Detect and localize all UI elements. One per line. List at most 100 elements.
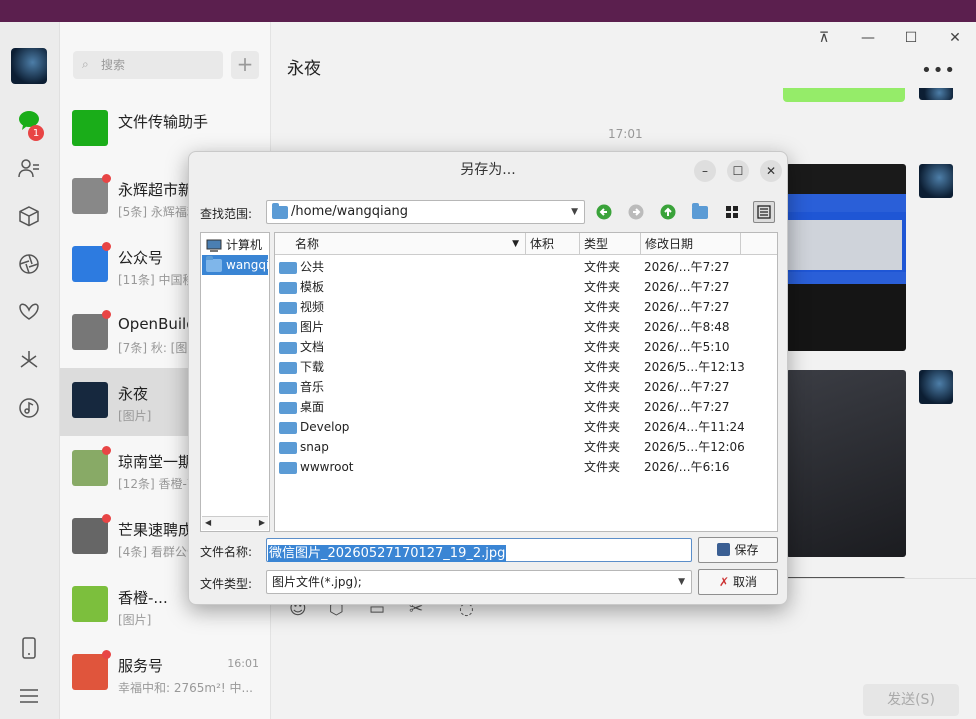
chat-name: 文件传输助手 [118,113,209,131]
new-folder-icon[interactable] [689,201,711,223]
save-button[interactable]: 保存 [698,537,778,563]
avatar[interactable] [919,88,953,100]
file-date: 2026/…午7:27 [644,400,730,414]
file-type: 文件夹 [584,260,621,274]
filename-input[interactable]: 微信图片_20260527170127_19_2.jpg [266,538,692,562]
avatar [72,450,108,486]
cancel-button[interactable]: ✗ 取消 [698,569,778,595]
aperture-icon[interactable] [17,252,41,276]
column-header-name[interactable]: 名称 ▼ [275,233,526,255]
unread-dot [102,242,111,251]
avatar [72,586,108,622]
file-row[interactable]: wwwroot 文件夹 2026/…午6:16 [275,457,777,477]
horizontal-scrollbar[interactable]: ◀ ▶ [202,516,268,530]
more-icon[interactable]: ••• [921,60,956,81]
file-date: 2026/…午7:27 [644,380,730,394]
avatar[interactable] [919,370,953,404]
file-date: 2026/…午5:10 [644,340,730,354]
detail-view-icon[interactable] [753,201,775,223]
folder-icon [279,282,297,294]
sidebar-item-computer[interactable]: 计算机 [202,235,268,255]
computer-icon [206,239,222,252]
file-row[interactable]: 下载 文件夹 2026/5…午12:13 [275,357,777,377]
folder-icon [279,422,297,434]
window-top-bar [0,0,976,22]
file-type: 文件夹 [584,340,621,354]
menu-icon[interactable] [17,684,41,708]
file-row[interactable]: 视频 文件夹 2026/…午7:27 [275,297,777,317]
minimize-icon[interactable]: – [694,160,716,182]
avatar [72,382,108,418]
contacts-icon[interactable] [17,156,41,180]
avatar[interactable] [11,48,47,84]
music-icon[interactable] [17,396,41,420]
maximize-icon[interactable]: ☐ [901,30,921,50]
pin-icon[interactable]: ⊼ [814,30,834,50]
chevron-down-icon: ▼ [571,207,578,217]
chat-title: 永夜 [287,59,321,79]
image-message[interactable] [786,370,906,557]
chat-list-item[interactable]: 服务号 幸福中和: 2765m²! 中... 16:01 [60,640,270,708]
add-button[interactable]: + [231,51,259,79]
message-bubble[interactable] [783,88,905,102]
image-message[interactable] [786,164,906,351]
floppy-icon [717,543,731,556]
avatar [72,518,108,554]
file-row[interactable]: 公共 文件夹 2026/…午7:27 [275,257,777,277]
column-header-type[interactable]: 类型 [580,233,641,255]
file-date: 2026/5…午12:13 [644,360,744,374]
folder-icon [279,402,297,414]
unread-dot [102,650,111,659]
file-date: 2026/…午8:48 [644,320,730,334]
unread-dot [102,310,111,319]
avatar[interactable] [919,164,953,198]
unread-dot [102,514,111,523]
box-icon[interactable] [17,204,41,228]
maximize-icon[interactable]: ☐ [727,160,749,182]
file-date: 2026/4…午11:24 [644,420,744,434]
file-row[interactable]: 桌面 文件夹 2026/…午7:27 [275,397,777,417]
sidebar-item-home[interactable]: wangqiang [202,255,268,275]
back-icon[interactable] [593,201,615,223]
file-row[interactable]: 音乐 文件夹 2026/…午7:27 [275,377,777,397]
file-name: 图片 [300,320,325,334]
file-name: 视频 [300,300,325,314]
filetype-select[interactable]: 图片文件(*.jpg); ▼ [266,570,692,594]
file-date: 2026/5…午12:06 [644,440,744,454]
butterfly-icon[interactable] [17,300,41,324]
message-timestamp: 17:01 [608,127,643,141]
search-input[interactable]: 搜索 [73,51,223,79]
sort-down-icon: ▼ [512,239,519,249]
list-view-icon[interactable] [721,201,743,223]
look-in-select[interactable]: /home/wangqiang ▼ [266,200,585,224]
forward-icon[interactable] [625,201,647,223]
close-icon[interactable]: ✕ [760,160,782,182]
minimize-icon[interactable]: — [858,30,878,50]
places-sidebar: 计算机 wangqiang ◀ ▶ [200,232,270,532]
file-type: 文件夹 [584,380,621,394]
column-header-size[interactable]: 体积 [526,233,580,255]
close-icon[interactable]: ✕ [945,30,965,50]
unread-badge: 1 [28,125,44,141]
chat-preview: [图片] [118,613,152,627]
column-header-date[interactable]: 修改日期 [641,233,741,255]
avatar [72,178,108,214]
file-row[interactable]: 图片 文件夹 2026/…午8:48 [275,317,777,337]
file-type: 文件夹 [584,300,621,314]
up-folder-icon[interactable] [657,201,679,223]
file-row[interactable]: snap 文件夹 2026/5…午12:06 [275,437,777,457]
file-type: 文件夹 [584,440,621,454]
file-row[interactable]: Develop 文件夹 2026/4…午11:24 [275,417,777,437]
sparkle-icon[interactable] [17,348,41,372]
file-row[interactable]: 模板 文件夹 2026/…午7:27 [275,277,777,297]
file-date: 2026/…午7:27 [644,280,730,294]
chat-time: 16:01 [227,657,259,670]
file-row[interactable]: 文档 文件夹 2026/…午5:10 [275,337,777,357]
phone-icon[interactable] [17,636,41,660]
nav-sidebar: 1 [0,22,60,719]
send-button[interactable]: 发送(S) [863,684,959,716]
file-date: 2026/…午7:27 [644,260,730,274]
cancel-icon: ✗ [718,575,730,589]
avatar [72,654,108,690]
look-in-label: 查找范围: [200,207,253,221]
